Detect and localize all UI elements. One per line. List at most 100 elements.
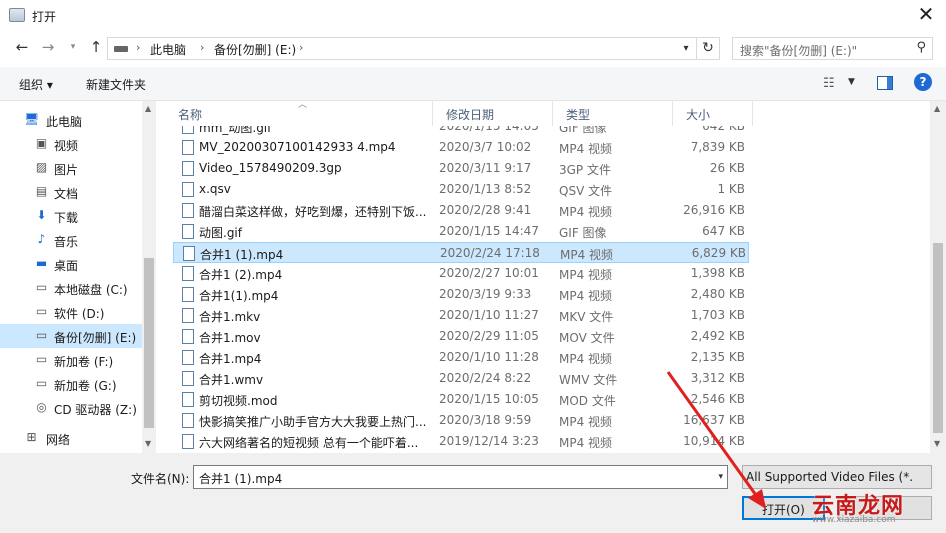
column-date-label: 修改日期 <box>446 108 495 122</box>
file-type: MP4 视频 <box>559 436 613 450</box>
sidebar-item[interactable]: ▭ 新加卷 (G:) <box>0 372 142 396</box>
nav-scrollbar[interactable]: ▲ ▼ <box>142 101 156 453</box>
scroll-down-icon[interactable]: ▼ <box>934 439 940 448</box>
dialog-footer: 文件名(N): 合并1 (1).mp4 ▾ All Supported Vide… <box>0 453 946 533</box>
forward-icon[interactable]: → <box>38 37 58 57</box>
file-date: 2020/1/10 11:27 <box>439 308 539 322</box>
file-type-select[interactable]: All Supported Video Files (*. <box>742 465 932 489</box>
refresh-icon[interactable]: ↻ <box>697 37 720 60</box>
breadcrumb-drive-e[interactable]: 备份[勿删] (E:) <box>214 41 296 58</box>
sidebar-item-label: 视频 <box>54 139 79 153</box>
sidebar-item[interactable]: ▤ 文档 <box>0 180 142 204</box>
sidebar-item[interactable]: ▣ 视频 <box>0 132 142 156</box>
sidebar-item-label: 新加卷 (G:) <box>54 379 117 393</box>
cd-drive-icon: ◎ <box>36 400 47 414</box>
sidebar-item[interactable]: 🖥 此电脑 <box>0 108 142 132</box>
file-type: MOD 文件 <box>559 394 616 408</box>
file-type: MKV 文件 <box>559 310 614 324</box>
sidebar-item[interactable]: ▭ 新加卷 (F:) <box>0 348 142 372</box>
scroll-thumb[interactable] <box>933 243 943 433</box>
close-icon[interactable]: ✕ <box>912 2 940 28</box>
window-title: 打开 <box>32 10 57 24</box>
new-folder-button[interactable]: 新建文件夹 <box>86 76 146 93</box>
file-date: 2020/1/13 8:52 <box>439 182 532 196</box>
sidebar-item[interactable]: ⬇ 下载 <box>0 204 142 228</box>
drive-f-icon: ▭ <box>35 352 48 366</box>
file-row[interactable]: 快影搞笑推广小助手官方大大我要上热门... 2020/3/18 9:59 MP4 视… <box>173 410 749 431</box>
file-row[interactable]: 合并1.mov 2020/2/29 11:05 MOV 文件 2,492 KB <box>173 326 749 347</box>
sidebar-item[interactable]: ▭ 备份[勿删] (E:) <box>0 324 142 348</box>
file-name: 动图.gif <box>199 226 242 240</box>
sidebar-item[interactable]: ◎ CD 驱动器 (Z:) <box>0 396 142 420</box>
file-date: 2020/1/15 10:05 <box>439 392 539 406</box>
column-header-name[interactable]: 名称 <box>165 101 433 126</box>
file-row[interactable]: mm_动图.gif 2020/1/15 14:05 GIF 图像 642 KB <box>173 126 749 137</box>
file-row[interactable]: 合并1.mp4 2020/1/10 11:28 MP4 视频 2,135 KB <box>173 347 749 368</box>
organize-button[interactable]: 组织 ▾ <box>19 76 53 93</box>
file-row[interactable]: MV_20200307100142933 4.mp4 2020/3/7 10:02… <box>173 137 749 158</box>
sidebar-item[interactable]: ▬ 桌面 <box>0 252 142 276</box>
file-icon <box>183 246 195 261</box>
chevron-down-icon[interactable]: ▾ <box>675 38 696 59</box>
file-icon <box>182 224 194 239</box>
address-bar[interactable]: › 此电脑 › 备份[勿删] (E:) › ▾ <box>107 37 697 60</box>
search-input[interactable]: 搜索"备份[勿删] (E:)" ⚲ <box>732 37 933 60</box>
chevron-right-icon[interactable]: › <box>200 41 204 54</box>
file-row[interactable]: 合并1(1).mp4 2020/3/19 9:33 MP4 视频 2,480 KB <box>173 284 749 305</box>
file-row[interactable]: Video_1578490209.3gp 2020/3/11 9:17 3GP 文件… <box>173 158 749 179</box>
file-row[interactable]: 动图.gif 2020/1/15 14:47 GIF 图像 647 KB <box>173 221 749 242</box>
file-name: 合并1 (2).mp4 <box>199 268 283 282</box>
title-bar: 打开 ✕ <box>0 0 946 31</box>
file-size: 1,398 KB <box>690 266 745 280</box>
file-type: MP4 视频 <box>559 205 613 219</box>
file-date: 2020/1/10 11:28 <box>439 350 539 364</box>
file-row[interactable]: 合并1.mkv 2020/1/10 11:27 MKV 文件 1,703 KB <box>173 305 749 326</box>
view-options-icon[interactable]: ☷ <box>823 76 835 91</box>
file-row[interactable]: 醋溜白菜这样做，好吃到爆，还特别下饭... 2020/2/28 9:41 MP4 视… <box>173 200 749 221</box>
scroll-up-icon[interactable]: ▲ <box>145 104 151 113</box>
scroll-thumb[interactable] <box>144 258 154 428</box>
file-size: 2,480 KB <box>690 287 745 301</box>
column-header-size[interactable]: 大小 <box>673 101 753 126</box>
file-row[interactable]: 剪切视频.mod 2020/1/15 10:05 MOD 文件 2,546 KB <box>173 389 749 410</box>
search-icon[interactable]: ⚲ <box>916 40 926 55</box>
sidebar-item[interactable]: ⊞ 网络 <box>0 426 142 450</box>
scroll-down-icon[interactable]: ▼ <box>145 439 151 448</box>
chevron-right-icon[interactable]: › <box>299 41 303 54</box>
desktop-icon: ▬ <box>35 256 48 270</box>
file-icon <box>182 350 194 365</box>
file-row[interactable]: 合并1.wmv 2020/2/24 8:22 WMV 文件 3,312 KB <box>173 368 749 389</box>
up-icon[interactable]: ↑ <box>86 37 106 57</box>
command-bar: 组织 ▾ 新建文件夹 ☷ ▼ ? <box>0 67 946 101</box>
sidebar-item-label: CD 驱动器 (Z:) <box>54 403 137 417</box>
file-row[interactable]: 合并1 (1).mp4 2020/2/24 17:18 MP4 视频 6,829 KB <box>173 242 749 263</box>
file-name: mm_动图.gif <box>199 126 272 135</box>
recent-dropdown-icon[interactable]: ▾ <box>63 37 83 57</box>
breadcrumb-this-pc[interactable]: 此电脑 <box>150 41 186 58</box>
sidebar-item[interactable]: ▨ 图片 <box>0 156 142 180</box>
sidebar-item[interactable]: ♪ 音乐 <box>0 228 142 252</box>
file-size: 3,312 KB <box>690 371 745 385</box>
file-type: GIF 图像 <box>559 126 607 135</box>
scroll-up-icon[interactable]: ▲ <box>934 104 940 113</box>
chevron-down-icon[interactable]: ▾ <box>718 472 723 482</box>
column-header-type[interactable]: 类型 <box>553 101 673 126</box>
preview-pane-icon[interactable] <box>877 76 893 90</box>
column-header-date[interactable]: 修改日期 <box>433 101 553 126</box>
file-row[interactable]: 六大网络著名的短视频 总有一个能吓着... 2019/12/14 3:23 MP4 … <box>173 431 749 452</box>
chevron-right-icon[interactable]: › <box>136 41 140 54</box>
sidebar-item[interactable]: ▭ 软件 (D:) <box>0 300 142 324</box>
help-icon[interactable]: ? <box>914 73 932 91</box>
filename-input[interactable]: 合并1 (1).mp4 ▾ <box>193 465 728 489</box>
downloads-icon: ⬇ <box>36 208 47 222</box>
back-icon[interactable]: ← <box>12 37 32 57</box>
file-name: 合并1(1).mp4 <box>199 289 279 303</box>
file-row[interactable]: x.qsv 2020/1/13 8:52 QSV 文件 1 KB <box>173 179 749 200</box>
chevron-down-icon[interactable]: ▼ <box>848 77 855 87</box>
file-date: 2020/1/15 14:47 <box>439 224 539 238</box>
file-list-scrollbar[interactable]: ▲ ▼ <box>930 101 946 453</box>
sidebar-item[interactable]: ▭ 本地磁盘 (C:) <box>0 276 142 300</box>
column-type-label: 类型 <box>566 108 591 122</box>
file-row[interactable]: 合并1 (2).mp4 2020/2/27 10:01 MP4 视频 1,398 KB <box>173 263 749 284</box>
file-date: 2020/2/24 8:22 <box>439 371 532 385</box>
